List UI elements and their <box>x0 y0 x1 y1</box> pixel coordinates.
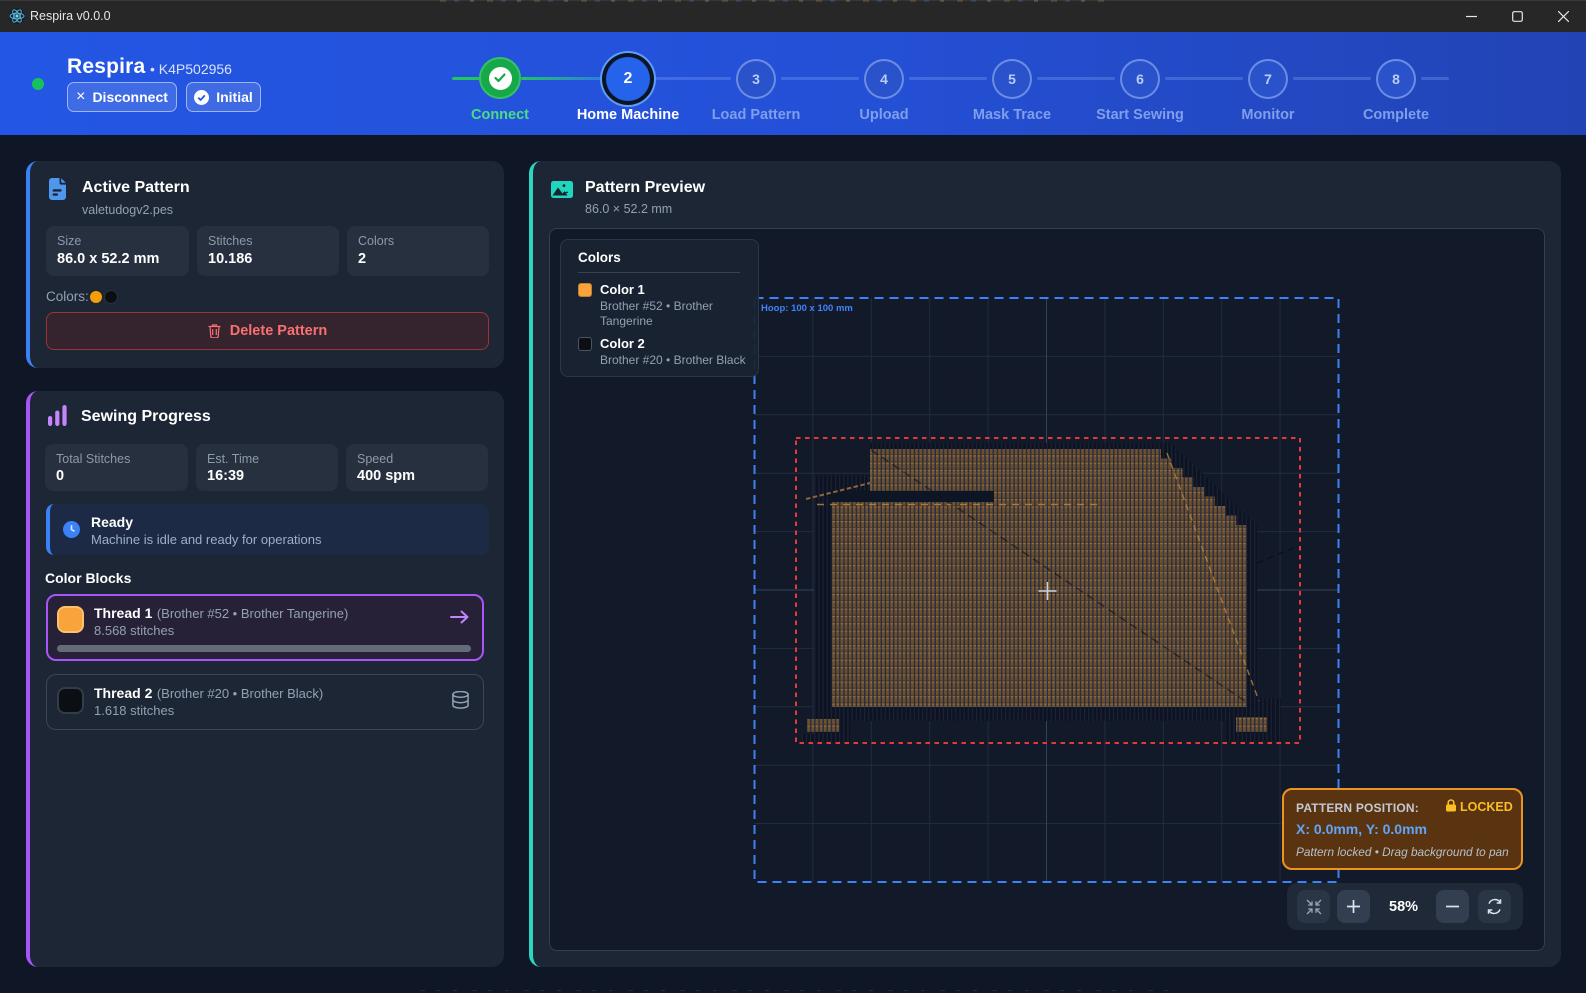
svg-text:Hoop: 100 x 100 mm: Hoop: 100 x 100 mm <box>761 303 853 314</box>
